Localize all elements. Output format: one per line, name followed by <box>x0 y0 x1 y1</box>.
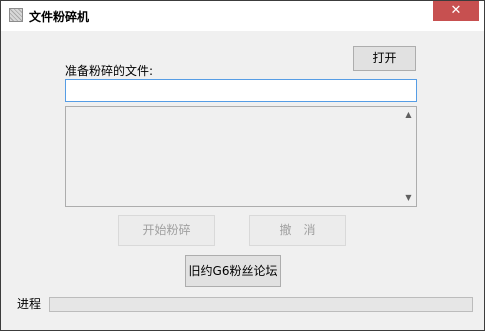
open-button[interactable]: 打开 <box>353 46 416 71</box>
client-area: 打开 准备粉碎的文件: ▲ ▼ 开始粉碎 撤 消 旧约G6粉丝论坛 进程 <box>8 31 477 323</box>
vertical-scrollbar[interactable]: ▲ ▼ <box>401 107 416 206</box>
app-window: 文件粉碎机 ✕ 打开 准备粉碎的文件: ▲ ▼ 开始粉碎 撤 消 旧约G6粉丝论… <box>0 0 485 331</box>
cancel-button[interactable]: 撤 消 <box>249 215 346 246</box>
forum-button[interactable]: 旧约G6粉丝论坛 <box>185 255 281 287</box>
close-button[interactable]: ✕ <box>433 1 479 21</box>
app-icon <box>9 8 23 22</box>
file-list-box[interactable]: ▲ ▼ <box>65 106 417 207</box>
scroll-up-icon[interactable]: ▲ <box>401 107 416 123</box>
file-label: 准备粉碎的文件: <box>65 64 154 78</box>
file-path-input[interactable] <box>65 79 417 102</box>
progress-bar <box>49 297 473 312</box>
close-icon: ✕ <box>450 3 462 18</box>
title-bar[interactable]: 文件粉碎机 ✕ <box>1 1 484 31</box>
scroll-down-icon[interactable]: ▼ <box>401 190 416 206</box>
window-title: 文件粉碎机 <box>29 10 90 24</box>
start-shred-button[interactable]: 开始粉碎 <box>118 215 215 246</box>
progress-label: 进程 <box>17 297 42 311</box>
